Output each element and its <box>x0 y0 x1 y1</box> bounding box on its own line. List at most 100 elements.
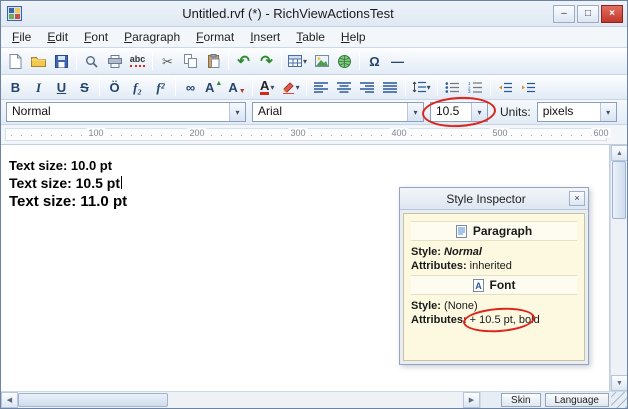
scissors-icon: ✂ <box>162 55 173 68</box>
style-inspector-header[interactable]: Style Inspector × <box>400 188 588 210</box>
style-bar: Normal ▾ Arial ▾ 10.5 ▾ Units: pixels ▾ <box>1 100 627 125</box>
maximize-button[interactable]: □ <box>577 5 599 23</box>
align-center-button[interactable] <box>333 76 356 98</box>
cut-button[interactable]: ✂ <box>156 50 179 72</box>
menu-insert[interactable]: Insert <box>243 28 287 46</box>
dropdown-arrow-icon[interactable]: ▾ <box>407 103 423 121</box>
minimize-button[interactable]: – <box>553 5 575 23</box>
highlight-button[interactable]: ▾ <box>279 76 303 98</box>
language-button[interactable]: Language <box>545 393 610 407</box>
style-inspector-title: Style Inspector <box>403 192 569 206</box>
units-combo[interactable]: pixels ▾ <box>537 102 617 122</box>
vertical-scroll-thumb[interactable] <box>612 161 626 219</box>
menu-help[interactable]: Help <box>334 28 373 46</box>
scroll-right-button[interactable]: ▶ <box>463 392 480 408</box>
style-combo[interactable]: Normal ▾ <box>6 102 246 122</box>
insert-hyperlink-button[interactable] <box>333 50 356 72</box>
menu-bar: File Edit Font Paragraph Format Insert T… <box>1 27 627 48</box>
italic-button[interactable]: I <box>27 76 50 98</box>
font-size-combo[interactable]: 10.5 ▾ <box>430 102 488 122</box>
subscript-button[interactable]: f₂ <box>126 76 149 98</box>
menu-edit[interactable]: Edit <box>40 28 75 46</box>
arrow-down-icon: ▼ <box>239 88 246 95</box>
align-right-button[interactable] <box>356 76 379 98</box>
insert-picture-button[interactable] <box>310 50 333 72</box>
ruler-mark: 500 <box>490 128 509 138</box>
strikethrough-button[interactable]: S <box>73 76 96 98</box>
decrease-indent-button[interactable] <box>494 76 517 98</box>
ruler-mark: 100 <box>86 128 105 138</box>
grow-font-button[interactable]: A ▲ <box>202 76 225 98</box>
character-dialog-button[interactable]: Ö <box>103 76 126 98</box>
document-canvas[interactable]: Text size: 10.0 pt Text size: 10.5 pt Te… <box>1 145 610 391</box>
superscript-button[interactable]: f² <box>149 76 172 98</box>
app-icon[interactable] <box>5 6 23 22</box>
save-button[interactable] <box>50 50 73 72</box>
insert-table-button[interactable]: ▾ <box>285 50 310 72</box>
bold-button[interactable]: B <box>4 76 27 98</box>
undo-button[interactable]: ↶ <box>232 50 255 72</box>
align-left-button[interactable] <box>310 76 333 98</box>
ruler-mark: 200 <box>187 128 206 138</box>
new-document-button[interactable] <box>4 50 27 72</box>
horizontal-line-icon: — <box>391 55 404 68</box>
close-button[interactable]: × <box>601 5 623 23</box>
font-section-label: Font <box>490 278 516 292</box>
insert-symbol-button[interactable]: Ω <box>363 50 386 72</box>
toolbar-separator <box>490 78 491 96</box>
font-combo[interactable]: Arial ▾ <box>252 102 424 122</box>
shrink-font-icon: A <box>228 81 237 94</box>
menu-paragraph[interactable]: Paragraph <box>117 28 187 46</box>
menu-file[interactable]: File <box>5 28 38 46</box>
numbered-list-button[interactable]: 123 <box>464 76 487 98</box>
shrink-font-button[interactable]: A ▼ <box>225 76 248 98</box>
style-inspector-body: Paragraph Style: Normal Attributes: inhe… <box>403 213 585 361</box>
vertical-scrollbar[interactable]: ▲ ▼ <box>610 145 627 391</box>
horizontal-scroll-track[interactable] <box>18 392 463 408</box>
dropdown-arrow-icon[interactable]: ▾ <box>600 103 616 121</box>
toolbar-separator <box>99 78 100 96</box>
units-label: Units: <box>500 105 531 119</box>
horizontal-scrollbar[interactable]: ◀ ▶ <box>1 392 481 408</box>
italic-icon: I <box>36 81 41 94</box>
redo-button[interactable]: ↷ <box>255 50 278 72</box>
toolbar-separator <box>152 52 153 70</box>
bullet-list-button[interactable] <box>441 76 464 98</box>
scroll-down-button[interactable]: ▼ <box>611 375 628 391</box>
paragraph-section-label: Paragraph <box>473 224 532 238</box>
underline-icon: U <box>57 81 66 94</box>
print-preview-button[interactable] <box>80 50 103 72</box>
underline-button[interactable]: U <box>50 76 73 98</box>
toolbar-separator <box>281 52 282 70</box>
hyperlink-button[interactable]: ∞ <box>179 76 202 98</box>
justify-button[interactable] <box>379 76 402 98</box>
scroll-left-button[interactable]: ◀ <box>1 392 18 408</box>
paragraph-section-header: Paragraph <box>411 221 577 241</box>
menu-format[interactable]: Format <box>189 28 241 46</box>
menu-font[interactable]: Font <box>77 28 115 46</box>
menu-table[interactable]: Table <box>289 28 332 46</box>
font-icon: A <box>473 279 484 292</box>
bottom-bar: ◀ ▶ Skin Language <box>1 391 627 408</box>
toolbar-separator <box>405 78 406 96</box>
print-button[interactable] <box>103 50 126 72</box>
increase-indent-button[interactable] <box>517 76 540 98</box>
toolbar-separator <box>228 52 229 70</box>
paste-button[interactable] <box>202 50 225 72</box>
horizontal-scroll-thumb[interactable] <box>18 393 168 407</box>
insert-horizontal-line-button[interactable]: — <box>386 50 409 72</box>
spellcheck-button[interactable]: abc <box>126 50 149 72</box>
resize-grip[interactable] <box>611 392 627 408</box>
dropdown-arrow-icon[interactable]: ▾ <box>471 103 487 121</box>
vertical-scroll-track[interactable] <box>611 161 627 375</box>
font-color-button[interactable]: A ▾ <box>256 76 279 98</box>
copy-button[interactable] <box>179 50 202 72</box>
style-inspector-close-button[interactable]: × <box>569 191 585 206</box>
dropdown-arrow-icon[interactable]: ▾ <box>229 103 245 121</box>
scroll-up-button[interactable]: ▲ <box>611 145 628 161</box>
svg-text:A: A <box>475 281 482 291</box>
line-spacing-button[interactable]: ▾ <box>409 76 434 98</box>
skin-button[interactable]: Skin <box>501 393 540 407</box>
open-button[interactable] <box>27 50 50 72</box>
font-size-value: 10.5 <box>431 103 471 121</box>
